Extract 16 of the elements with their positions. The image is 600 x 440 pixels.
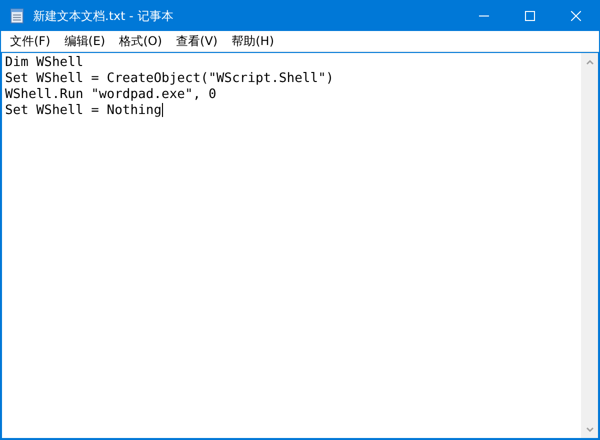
maximize-icon (525, 11, 535, 21)
menu-item[interactable]: 帮助(H) (224, 32, 281, 50)
scroll-up-icon[interactable] (584, 57, 594, 67)
text-area[interactable]: Dim WShell Set WShell = CreateObject("WScript.Shell") WShell.Run "wordpad.exe", 0 Set WShell = Nothing (1, 52, 599, 439)
window-title: 新建文本文档.txt - 记事本 (33, 8, 174, 24)
code-line: Set WShell = CreateObject("WScript.Shell") (5, 71, 335, 87)
menu-item[interactable]: 编辑(E) (57, 32, 112, 50)
code-line: Dim WShell (5, 55, 84, 71)
menu-item[interactable]: 格式(O) (112, 32, 170, 50)
code-line: WShell.Run "wordpad.exe", 0 (5, 87, 218, 103)
scroll-bar[interactable] (581, 53, 598, 438)
close-icon (571, 11, 581, 21)
notepad-icon (9, 8, 25, 24)
menu-item[interactable]: 文件(F) (3, 32, 58, 50)
code-line: Set WShell = Nothing (5, 103, 164, 119)
menu-item[interactable]: 查看(V) (169, 32, 225, 50)
